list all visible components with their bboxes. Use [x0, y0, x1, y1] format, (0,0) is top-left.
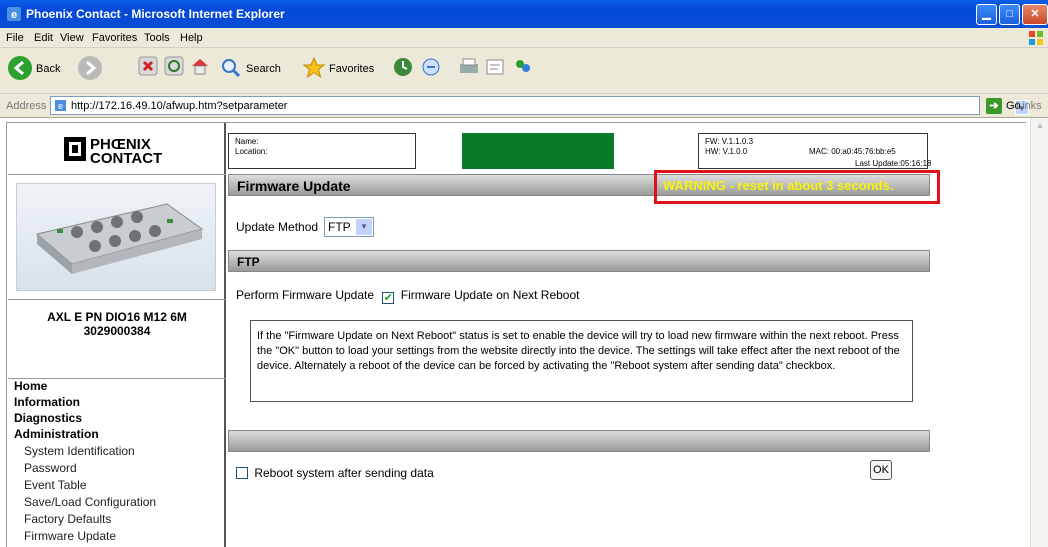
history-icon [394, 58, 412, 76]
main-panel: Firmware Update WARNING - reset in about… [228, 170, 1030, 547]
search-button[interactable]: Search [220, 56, 296, 86]
nav-information[interactable]: Information [14, 395, 80, 409]
update-method-select[interactable]: FTP ▼ [324, 217, 374, 237]
ftp-section-header: FTP [228, 250, 930, 272]
logo-area: PHŒNIX CONTACT [8, 123, 226, 175]
page-icon: e [55, 100, 66, 111]
stop-icon [138, 56, 158, 76]
messenger-icon [516, 60, 530, 72]
messenger-button[interactable] [512, 56, 534, 86]
toolbar: Back Search Favorites [0, 48, 1048, 94]
svg-text:e: e [11, 9, 17, 21]
nav-save-load-configuration[interactable]: Save/Load Configuration [24, 495, 156, 509]
print-icon [460, 58, 478, 73]
update-method-label: Update Method [236, 220, 319, 234]
menu-view[interactable]: View [60, 32, 84, 44]
nav-system-identification[interactable]: System Identification [24, 444, 135, 458]
page-title: Firmware Update [237, 178, 351, 194]
go-arrow-icon: ➔ [986, 98, 1002, 114]
nav-diagnostics[interactable]: Diagnostics [14, 411, 82, 425]
product-image [16, 183, 216, 291]
stop-button[interactable] [138, 56, 160, 86]
reboot-checkbox[interactable] [236, 467, 248, 479]
edit-button[interactable] [484, 56, 506, 86]
home-button[interactable] [190, 56, 212, 86]
status-indicator [462, 133, 614, 169]
mail-icon [422, 58, 440, 76]
product-number: 3029000384 [83, 324, 151, 338]
product-name: AXL E PN DIO16 M12 6M [47, 310, 187, 324]
nav-home[interactable]: Home [14, 379, 47, 393]
device-info-box: FW: V.1.1.0.3 HW: V.1.0.0 MAC: 00:a0:45:… [698, 133, 932, 169]
scroll-up-icon[interactable]: ▲ [1033, 120, 1047, 136]
logo-line2: CONTACT [90, 150, 162, 165]
minimize-button[interactable]: ▁ [976, 4, 997, 25]
address-input[interactable]: e http://172.16.49.10/afwup.htm?setparam… [50, 96, 1029, 115]
info-notice: If the "Firmware Update on Next Reboot" … [250, 320, 913, 402]
nav-administration[interactable]: Administration [14, 427, 99, 441]
history-button[interactable] [392, 56, 414, 86]
reboot-label: Reboot system after sending data [254, 466, 434, 480]
perform-firmware-update-row: Perform Firmware Update ✔ Firmware Updat… [236, 288, 579, 304]
forward-button[interactable] [78, 56, 118, 86]
window-title-bar: e Phoenix Contact - Microsoft Internet E… [0, 0, 1048, 28]
svg-text:e: e [58, 101, 63, 111]
edit-page-icon [486, 59, 504, 75]
chevron-down-icon: ▼ [356, 219, 372, 235]
warning-message: WARNING - reset in about 3 seconds. [663, 178, 894, 193]
sidebar: PHŒNIX CONTACT AXL E PN DIO16 M12 6M 302… [8, 123, 226, 547]
last-update: Last Update:05:16:18 [855, 159, 932, 168]
phoenix-contact-logo: PHŒNIX CONTACT [64, 135, 194, 168]
product-name-box: AXL E PN DIO16 M12 6M 3029000384 [8, 299, 226, 379]
print-button[interactable] [458, 56, 480, 86]
menu-help[interactable]: Help [180, 32, 203, 44]
search-icon [222, 59, 241, 78]
mac-address: MAC: 00:a0:45:76:bb:e5 [809, 147, 896, 156]
ftp-section-title: FTP [237, 255, 260, 269]
back-arrow-icon [8, 56, 32, 80]
hw-version: HW: V.1.0.0 [705, 147, 748, 156]
maximize-button[interactable]: □ [999, 4, 1020, 25]
back-button[interactable]: Back [8, 56, 70, 86]
nav-event-table[interactable]: Event Table [24, 478, 87, 492]
forward-arrow-icon [78, 56, 102, 80]
page-content: PHŒNIX CONTACT AXL E PN DIO16 M12 6M 302… [0, 118, 1048, 547]
perform-label: Perform Firmware Update [236, 288, 375, 302]
update-method-value: FTP [328, 220, 351, 234]
nav-factory-defaults[interactable]: Factory Defaults [24, 512, 111, 526]
update-on-reboot-label: Firmware Update on Next Reboot [400, 288, 580, 302]
refresh-icon [164, 56, 184, 76]
menu-edit[interactable]: Edit [34, 32, 53, 44]
address-bar: Address e http://172.16.49.10/afwup.htm?… [0, 94, 1048, 118]
menu-file[interactable]: File [6, 32, 24, 44]
menu-tools[interactable]: Tools [144, 32, 170, 44]
home-icon [192, 59, 208, 75]
device-name-box: Name: Location: [228, 133, 416, 169]
favorites-button[interactable]: Favorites [302, 56, 386, 86]
vertical-scrollbar[interactable]: ▲ [1030, 118, 1048, 547]
ok-button[interactable]: OK [870, 460, 892, 480]
nav-firmware-update[interactable]: Firmware Update [24, 529, 116, 543]
star-icon [302, 56, 326, 79]
menu-favorites[interactable]: Favorites [92, 32, 137, 44]
fw-version: FW: V.1.1.0.3 [705, 137, 754, 146]
window-title: Phoenix Contact - Microsoft Internet Exp… [26, 7, 285, 21]
name-label: Name: [235, 137, 259, 146]
address-url: http://172.16.49.10/afwup.htm?setparamet… [71, 100, 288, 112]
refresh-button[interactable] [164, 56, 186, 86]
nav-password[interactable]: Password [24, 461, 77, 475]
mail-button[interactable] [420, 56, 454, 86]
section-divider-bar [228, 430, 930, 452]
links-button[interactable]: Links [1016, 100, 1042, 112]
windows-logo-icon [1029, 31, 1043, 45]
reboot-row: Reboot system after sending data [236, 466, 434, 480]
warning-highlight-box: WARNING - reset in about 3 seconds. [654, 170, 940, 204]
address-label: Address [6, 100, 47, 112]
close-button[interactable]: ✕ [1022, 4, 1048, 25]
menu-bar: File Edit View Favorites Tools Help [0, 28, 1048, 48]
ie-icon: e [7, 7, 21, 21]
update-on-reboot-checkbox[interactable]: ✔ [382, 292, 395, 304]
location-label: Location: [235, 147, 268, 156]
